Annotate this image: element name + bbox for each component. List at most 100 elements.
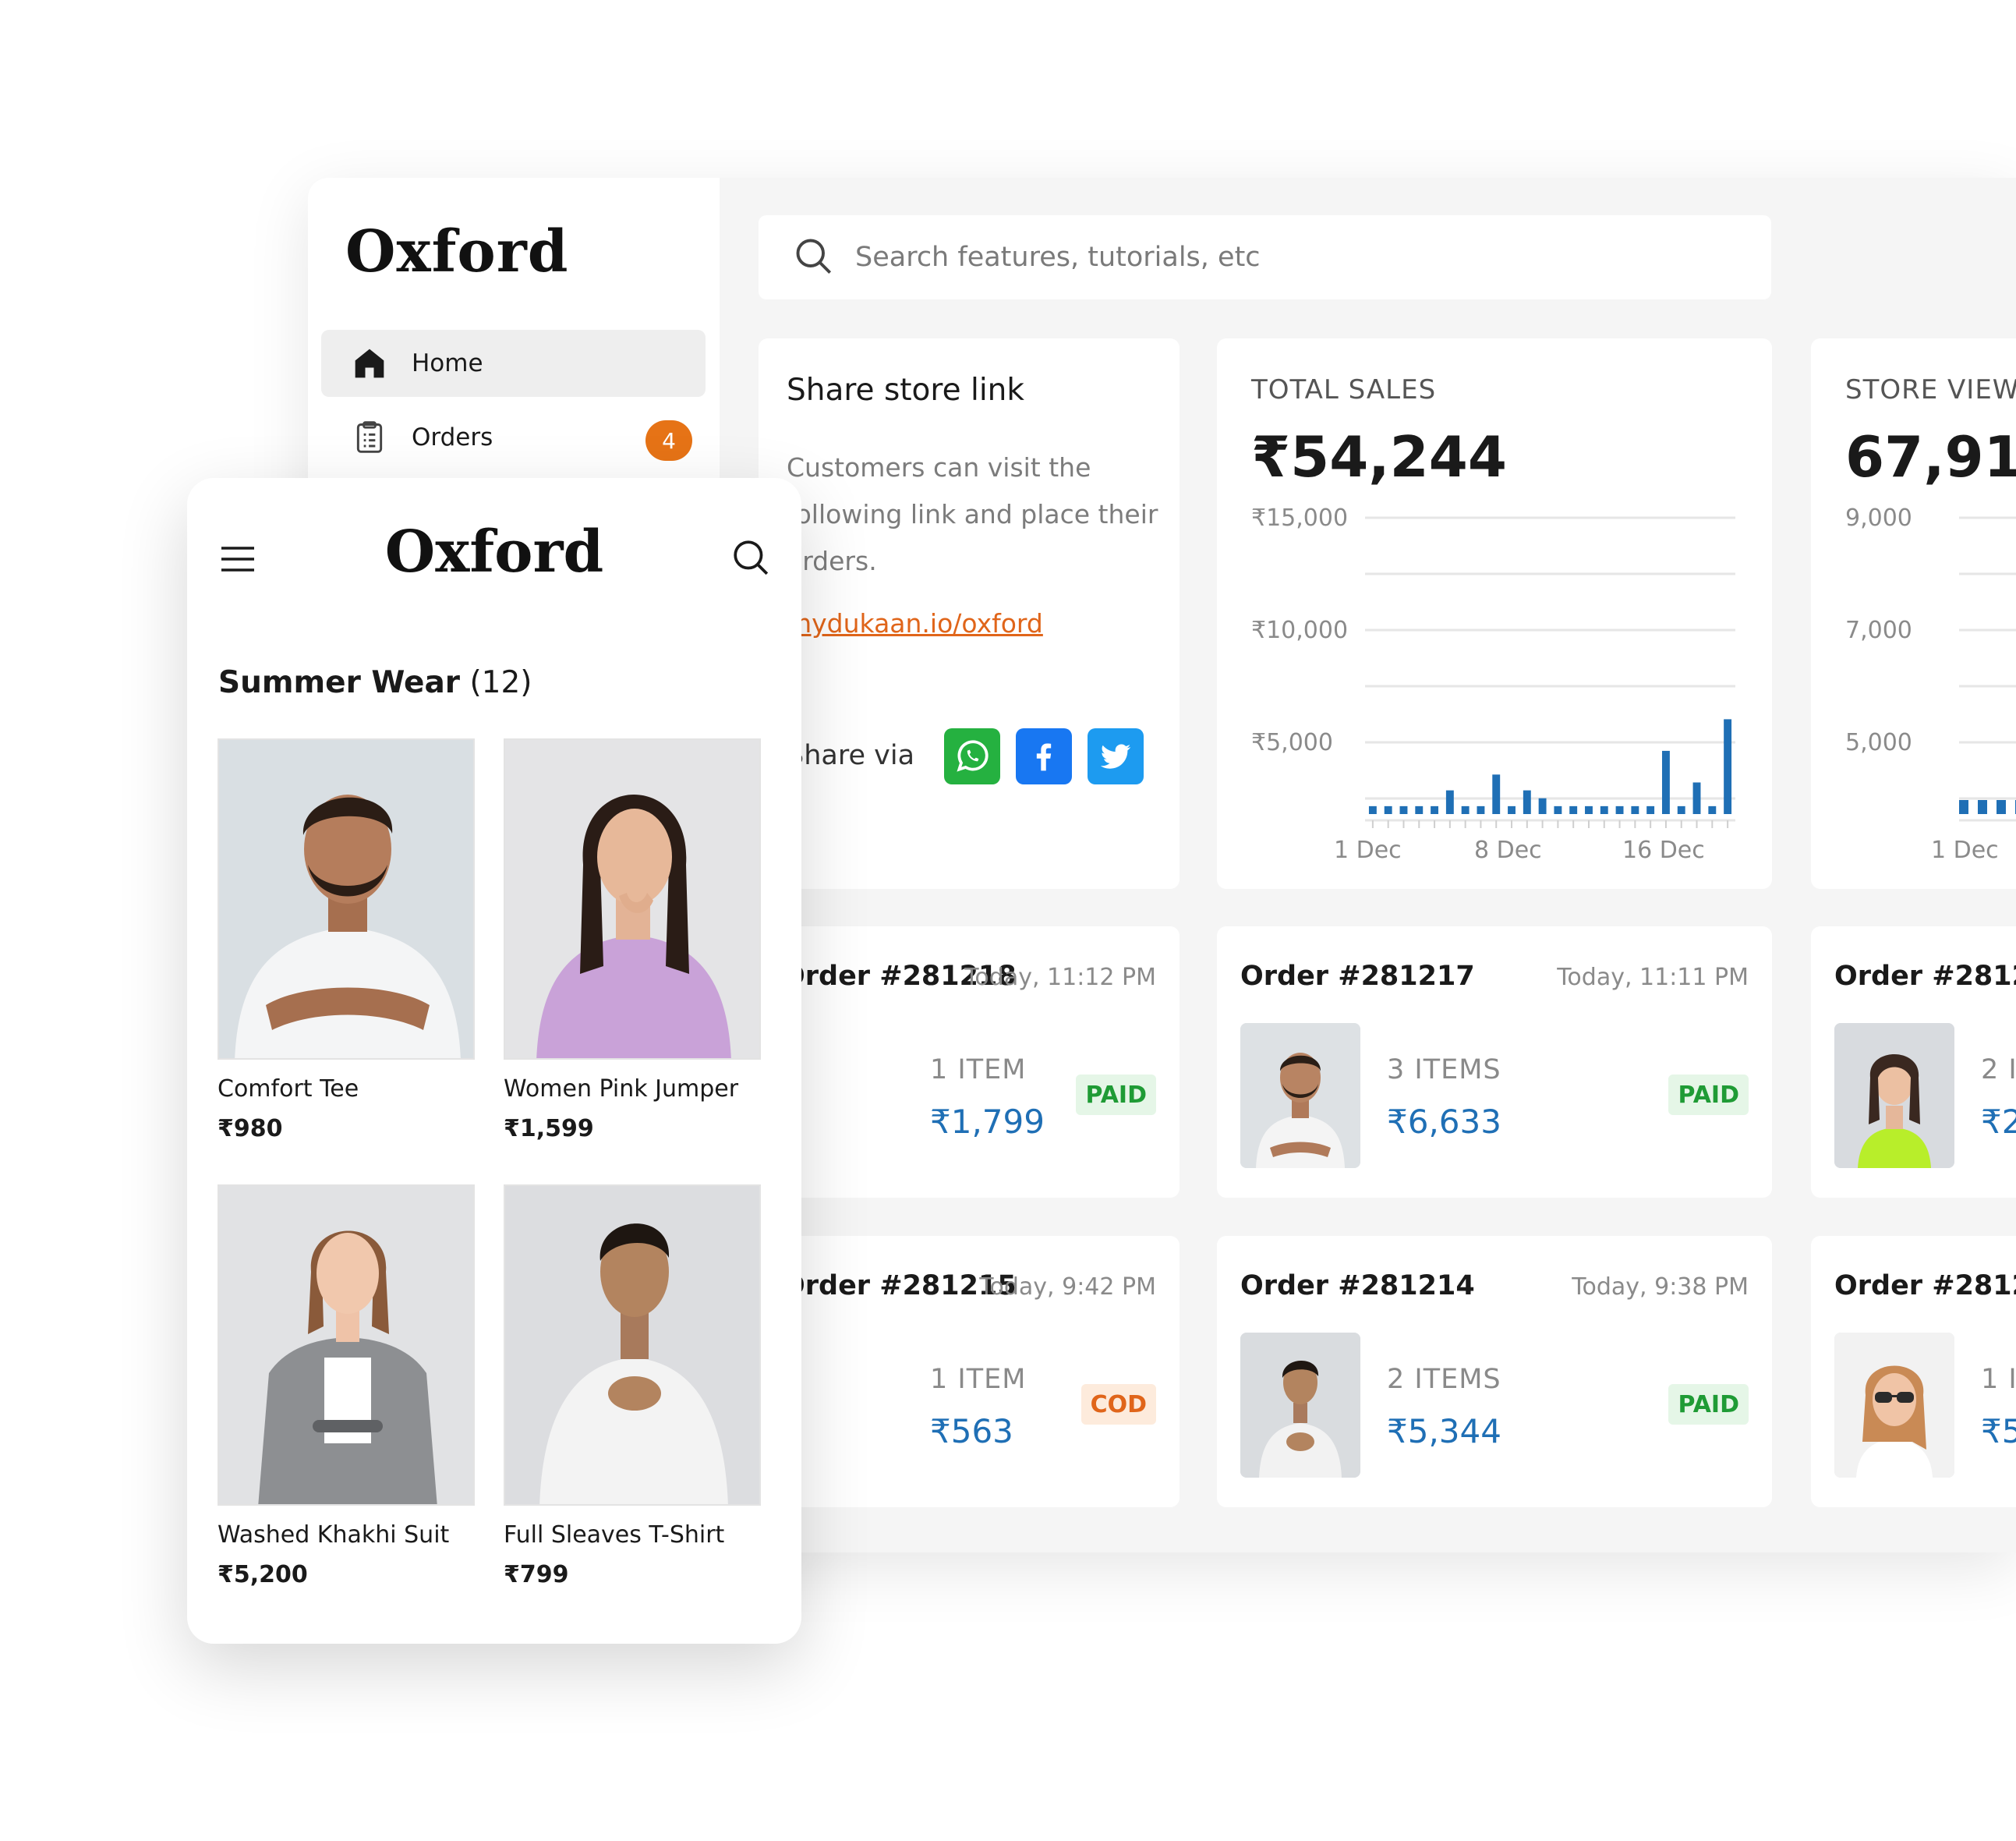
product-image — [218, 738, 475, 1060]
order-items: 1 ITEM — [930, 1054, 1027, 1085]
order-items: 2 ITEMS — [1387, 1364, 1501, 1395]
chart-bar — [1569, 805, 1578, 814]
chart-bar — [1646, 805, 1655, 814]
order-title: Order #281213 — [1834, 1270, 2016, 1301]
order-amount: ₹5 — [1981, 1412, 2016, 1450]
status-badge: PAID — [1668, 1384, 1749, 1425]
order-amount: ₹1,799 — [930, 1103, 1045, 1141]
sales-chart: ₹15,000 ₹10,000 ₹5,000 1 Dec 8 Dec 16 Dec — [1251, 505, 1735, 864]
category-count: (12) — [469, 665, 532, 700]
status-badge: PAID — [1668, 1075, 1749, 1115]
chart-bar — [1477, 805, 1485, 814]
order-card[interactable]: Order #281215 Today, 9:42 PM 1 ITEM ₹563… — [759, 1236, 1180, 1507]
chart-bar — [1554, 805, 1562, 814]
sidebar-item-label: Home — [412, 349, 483, 377]
order-card[interactable]: Order #281217 Today, 11:11 PM 3 ITEMS ₹6… — [1217, 926, 1772, 1198]
category-name: Summer Wear — [218, 665, 461, 700]
product-price: ₹5,200 — [218, 1561, 308, 1588]
share-via-label: Share via — [787, 740, 915, 771]
home-icon — [352, 346, 387, 381]
store-views-card: STORE VIEWS 67,912 9,0007,0005,0001 Dec — [1811, 338, 2016, 889]
product-image — [218, 1184, 475, 1506]
total-sales-card: TOTAL SALES ₹54,244 ₹15,000 ₹10,000 ₹5,000… — [1217, 338, 1772, 889]
y-tick-label: 9,000 — [1845, 505, 1912, 532]
product-card[interactable]: Women Pink Jumper ₹1,599 — [504, 738, 761, 1142]
category-heading: Summer Wear (12) — [218, 665, 532, 700]
order-title: Order #281214 — [1240, 1270, 1475, 1301]
chart-bar — [1368, 805, 1377, 814]
order-card[interactable]: Order #281213 1 ITEM ₹5 — [1811, 1236, 2016, 1507]
orders-icon — [352, 420, 387, 455]
share-description: Customers can visit the following link a… — [787, 452, 1158, 576]
product-price: ₹1,599 — [504, 1115, 594, 1142]
y-tick-label: 7,000 — [1845, 617, 1912, 644]
y-tick-label: ₹5,000 — [1251, 729, 1333, 756]
chart-bar — [1415, 805, 1424, 814]
order-card[interactable]: Order #281214 Today, 9:38 PM 2 ITEMS ₹5,… — [1217, 1236, 1772, 1507]
brand-logo: Oxford — [345, 218, 569, 285]
whatsapp-icon[interactable] — [944, 728, 1000, 784]
order-title: Order #281217 — [1240, 961, 1475, 992]
status-badge: COD — [1081, 1384, 1156, 1425]
orders-count-badge: 4 — [645, 420, 692, 461]
search-input[interactable]: Search features, tutorials, etc — [759, 215, 1771, 299]
order-amount: ₹6,633 — [1387, 1103, 1501, 1141]
chart-bar — [1461, 805, 1470, 814]
product-name: Full Sleaves T-Shirt — [504, 1521, 725, 1549]
x-tick-label: 16 Dec — [1622, 837, 1705, 864]
chart-bar — [1724, 719, 1732, 814]
order-items: 1 ITEM — [1981, 1364, 2016, 1395]
chart-bar — [1959, 800, 1968, 814]
order-time: Today, 9:42 PM — [979, 1273, 1156, 1301]
views-chart: 9,000 7,000 5,000 1 Dec — [1845, 505, 2016, 864]
status-badge: PAID — [1076, 1075, 1156, 1115]
chart-bar — [1600, 805, 1608, 814]
chart-bar — [1538, 798, 1547, 814]
chart-bar — [1445, 790, 1454, 814]
product-card[interactable]: Washed Khakhi Suit ₹5,200 — [218, 1184, 475, 1588]
y-tick-label: 5,000 — [1845, 729, 1912, 756]
order-product-thumbnail — [1240, 1333, 1360, 1478]
order-items: 1 ITEM — [930, 1364, 1027, 1395]
sidebar-item-label: Orders — [412, 423, 493, 451]
order-time: Today, 11:12 PM — [964, 964, 1156, 991]
order-items: 3 ITEMS — [1387, 1054, 1501, 1085]
chart-bar — [1384, 805, 1392, 814]
chart-bar — [1523, 790, 1531, 814]
y-tick-label: ₹15,000 — [1251, 505, 1348, 532]
order-card[interactable]: Order #281218 Today, 11:12 PM 1 ITEM ₹1,… — [759, 926, 1180, 1198]
product-name: Comfort Tee — [218, 1075, 359, 1103]
order-amount: ₹563 — [930, 1412, 1013, 1450]
chart-bar — [1978, 800, 1987, 814]
chart-bar — [1585, 805, 1593, 814]
sidebar-item-home[interactable]: Home — [321, 330, 706, 397]
chart-bar — [1708, 805, 1717, 814]
facebook-icon[interactable] — [1016, 728, 1072, 784]
chart-bar — [1399, 805, 1408, 814]
x-tick-label: 1 Dec — [1931, 837, 1999, 864]
store-link[interactable]: mydukaan.io/oxford — [787, 608, 1043, 639]
card-title: Share store link — [787, 373, 1024, 408]
x-tick-label: 1 Dec — [1334, 837, 1402, 864]
chart-bar — [1661, 750, 1670, 814]
chart-bar — [1692, 782, 1701, 814]
chart-bar — [1431, 805, 1439, 814]
order-amount: ₹5,344 — [1387, 1412, 1501, 1450]
x-tick-label: 8 Dec — [1474, 837, 1542, 864]
order-product-thumbnail — [1240, 1023, 1360, 1168]
chart-bar — [1492, 774, 1501, 814]
search-icon — [793, 235, 833, 279]
search-placeholder: Search features, tutorials, etc — [855, 242, 1261, 273]
sidebar-item-orders[interactable]: Orders 4 — [321, 404, 706, 471]
mobile-store-preview: Oxford Summer Wear (12) Comfort Tee ₹980… — [187, 478, 801, 1644]
chart-bar — [1997, 800, 2006, 814]
product-price: ₹980 — [218, 1115, 283, 1142]
product-card[interactable]: Full Sleaves T-Shirt ₹799 — [504, 1184, 761, 1588]
product-image — [504, 1184, 761, 1506]
order-card[interactable]: Order #281216 2 ITEMS ₹2 — [1811, 926, 2016, 1198]
product-image — [504, 738, 761, 1060]
product-card[interactable]: Comfort Tee ₹980 — [218, 738, 475, 1142]
twitter-icon[interactable] — [1088, 728, 1144, 784]
share-store-card: Share store link Customers can visit the… — [759, 338, 1180, 889]
search-icon[interactable] — [731, 537, 770, 581]
